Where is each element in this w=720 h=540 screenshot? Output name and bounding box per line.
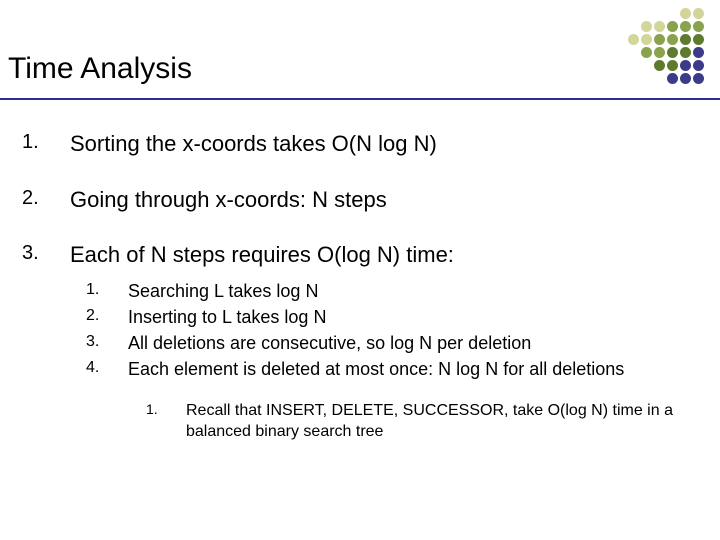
item-text: Inserting to L takes log N	[128, 305, 698, 329]
item-text: Searching L takes log N	[128, 279, 698, 303]
sub-sub-list: 1. Recall that INSERT, DELETE, SUCCESSOR…	[146, 400, 698, 443]
item-number: 1.	[86, 279, 128, 303]
sub-list: 1. Searching L takes log N 2. Inserting …	[86, 279, 698, 443]
list-item: 1. Recall that INSERT, DELETE, SUCCESSOR…	[146, 400, 698, 443]
slide: Time Analysis 1. Sorting the x-coords ta…	[0, 0, 720, 540]
item-number: 2.	[86, 305, 128, 329]
item-text: Each of N steps requires O(log N) time:	[70, 241, 698, 269]
item-number: 3.	[86, 331, 128, 355]
list-item: 3. All deletions are consecutive, so log…	[86, 331, 698, 355]
item-number: 4.	[86, 357, 128, 381]
list-item: 2. Going through x-coords: N steps	[22, 186, 698, 214]
list-item: 1. Searching L takes log N	[86, 279, 698, 303]
title-rule	[0, 98, 720, 100]
item-text: Sorting the x-coords takes O(N log N)	[70, 130, 698, 158]
item-number: 1.	[146, 400, 186, 443]
item-text: Each element is deleted at most once: N …	[128, 357, 698, 381]
item-text: All deletions are consecutive, so log N …	[128, 331, 698, 355]
item-text: Going through x-coords: N steps	[70, 186, 698, 214]
list-item: 2. Inserting to L takes log N	[86, 305, 698, 329]
corner-decoration	[608, 8, 704, 96]
slide-title: Time Analysis	[8, 52, 192, 86]
slide-body: 1. Sorting the x-coords takes O(N log N)…	[22, 130, 698, 443]
list-item: 3. Each of N steps requires O(log N) tim…	[22, 241, 698, 269]
list-item: 1. Sorting the x-coords takes O(N log N)	[22, 130, 698, 158]
list-item: 4. Each element is deleted at most once:…	[86, 357, 698, 381]
item-text: Recall that INSERT, DELETE, SUCCESSOR, t…	[186, 400, 698, 443]
item-number: 3.	[22, 241, 70, 269]
item-number: 2.	[22, 186, 70, 214]
item-number: 1.	[22, 130, 70, 158]
